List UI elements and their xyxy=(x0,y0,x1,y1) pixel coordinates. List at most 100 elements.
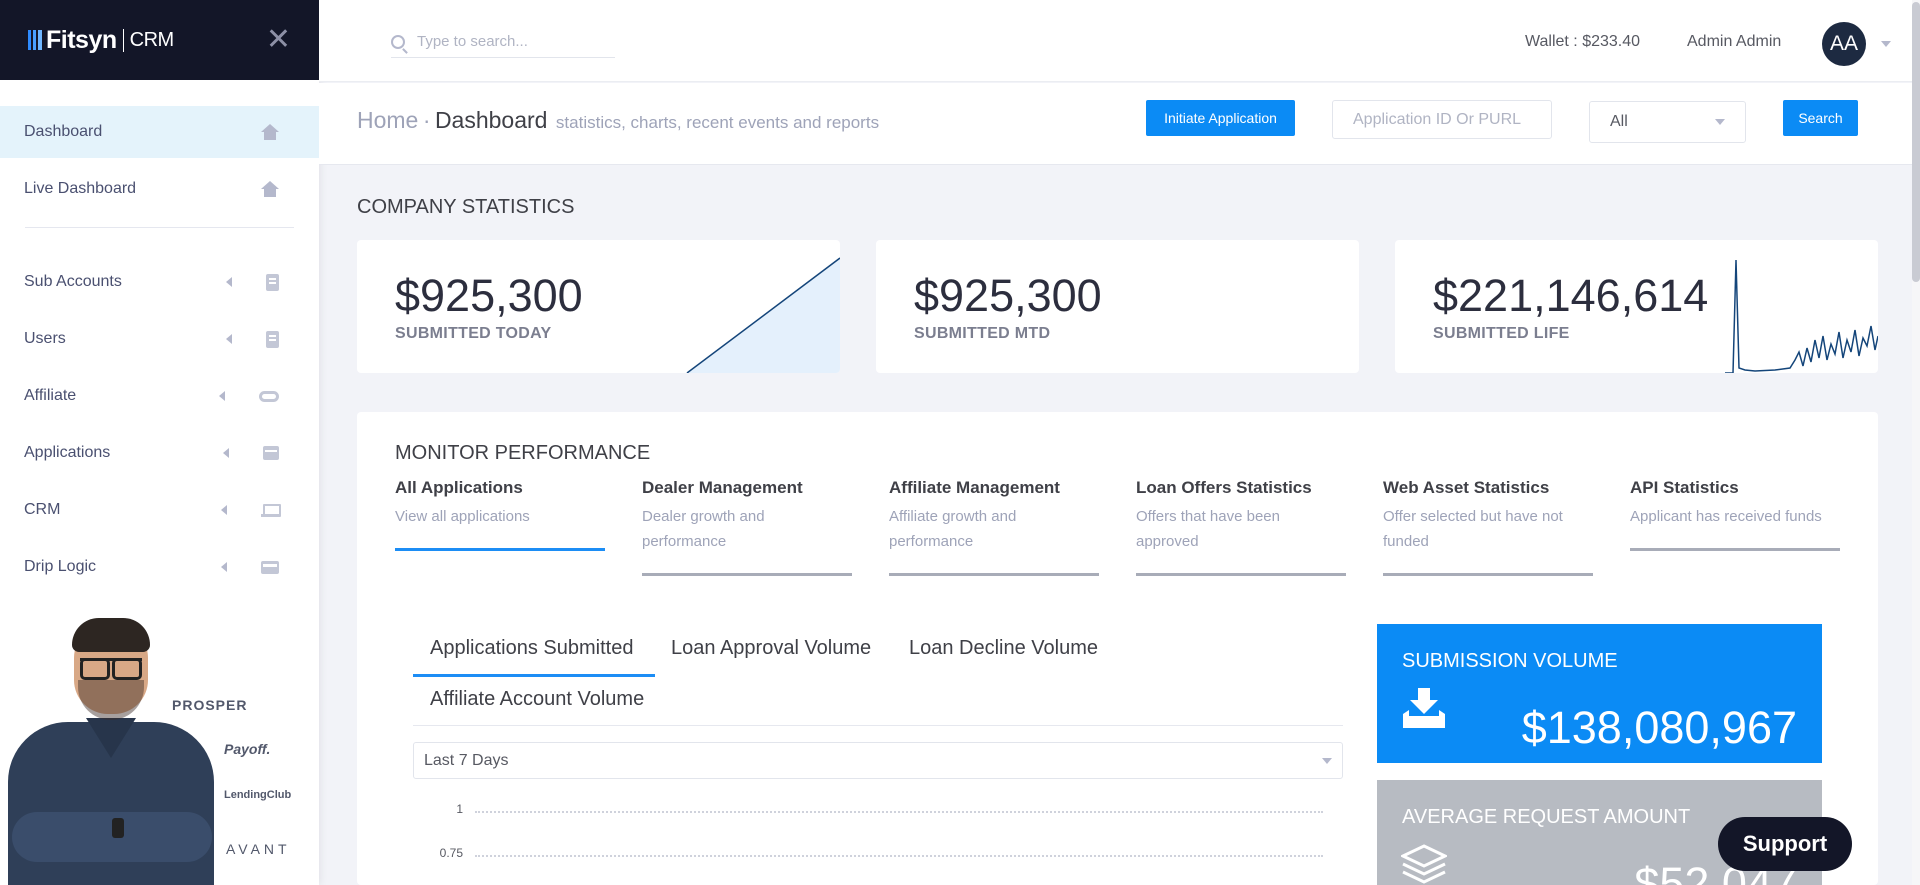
sidebar-item-label: CRM xyxy=(24,501,61,518)
breadcrumb: Home · Dashboard statistics, charts, rec… xyxy=(357,107,879,134)
chevron-left-icon xyxy=(221,505,227,515)
sidebar-item-applications[interactable]: Applications xyxy=(0,427,319,479)
breadcrumb-separator: · xyxy=(422,107,431,133)
sidebar-item-affiliate[interactable]: Affiliate xyxy=(0,370,319,422)
sidebar-item-live-dashboard[interactable]: Live Dashboard xyxy=(0,163,319,215)
sidebar-item-label: Applications xyxy=(24,444,111,461)
layers-icon xyxy=(1401,844,1447,884)
tab-indicator xyxy=(642,573,852,576)
chart-tabs-divider xyxy=(413,725,1343,726)
close-icon[interactable]: ✕ xyxy=(266,25,291,55)
avatar[interactable]: AA xyxy=(1822,22,1866,66)
y-axis-tick: 1 xyxy=(456,802,463,816)
brand-header: Fitsyn CRM ✕ xyxy=(0,0,319,80)
sidebar-item-users[interactable]: Users xyxy=(0,313,319,365)
partner-logo-lendingclub: LendingClub xyxy=(224,789,292,801)
brand-name: Fitsyn xyxy=(46,25,117,54)
chart-tab-indicator xyxy=(413,674,655,677)
tab-indicator xyxy=(395,548,605,551)
promo-banner: PROSPER Payoff. LendingClub AVANT xyxy=(0,612,319,885)
partner-logo-payoff: Payoff. xyxy=(224,741,271,757)
home-icon xyxy=(261,181,279,197)
chart-tab-applications-submitted[interactable]: Applications Submitted xyxy=(430,637,633,660)
search-button[interactable]: Search xyxy=(1783,100,1858,136)
page-subheader: Home · Dashboard statistics, charts, rec… xyxy=(319,83,1920,165)
sidebar-item-label: Drip Logic xyxy=(24,558,97,575)
date-range-select[interactable]: Last 7 Days xyxy=(413,742,1343,779)
sidebar-item-drip-logic[interactable]: Drip Logic xyxy=(0,541,319,593)
submission-volume-value: $138,080,967 xyxy=(1521,702,1797,753)
card-icon xyxy=(263,446,279,460)
monitor-performance-title: MONITOR PERFORMANCE xyxy=(395,442,651,464)
search-input[interactable] xyxy=(417,33,597,50)
stat-value: $925,300 xyxy=(395,270,583,321)
chart-tab-affiliate-account-volume[interactable]: Affiliate Account Volume xyxy=(430,688,644,711)
tab-description: Offers that have been approved xyxy=(1136,508,1280,550)
tab-web-asset-statistics[interactable]: Web Asset Statistics Offer selected but … xyxy=(1383,478,1593,576)
breadcrumb-home[interactable]: Home xyxy=(357,107,418,133)
company-statistics-title: COMPANY STATISTICS xyxy=(357,196,575,218)
chart-gridline xyxy=(475,811,1323,813)
stat-value: $925,300 xyxy=(914,270,1102,321)
average-request-title: AVERAGE REQUEST AMOUNT xyxy=(1402,806,1691,828)
page-title: Dashboard xyxy=(434,107,548,133)
user-name[interactable]: Admin Admin xyxy=(1687,33,1781,51)
chart-gridline xyxy=(475,855,1323,857)
tab-api-statistics[interactable]: API Statistics Applicant has received fu… xyxy=(1630,478,1840,551)
sidebar-nav: Dashboard Live Dashboard Sub Accounts Us… xyxy=(0,80,319,593)
stat-card-submitted-mtd: $925,300 SUBMITTED MTD xyxy=(876,240,1359,373)
page-scrollbar[interactable] xyxy=(1912,0,1920,885)
sidebar-item-crm[interactable]: CRM xyxy=(0,484,319,536)
document-icon xyxy=(266,273,279,291)
chevron-down-icon xyxy=(1322,757,1332,764)
chevron-left-icon xyxy=(221,562,227,572)
tab-affiliate-management[interactable]: Affiliate Management Affiliate growth an… xyxy=(889,478,1099,576)
sidebar-item-label: Dashboard xyxy=(24,123,103,140)
sidebar: Fitsyn CRM ✕ Dashboard Live Dashboard Su… xyxy=(0,0,319,885)
document-icon xyxy=(266,330,279,348)
tab-indicator xyxy=(889,573,1099,576)
sidebar-item-label: Sub Accounts xyxy=(24,273,122,290)
person-illustration xyxy=(8,618,218,885)
application-id-input[interactable]: Application ID Or PURL xyxy=(1332,100,1552,139)
tab-dealer-management[interactable]: Dealer Management Dealer growth and perf… xyxy=(642,478,852,576)
wallet-balance: Wallet : $233.40 xyxy=(1525,33,1641,50)
submission-volume-card: SUBMISSION VOLUME $138,080,967 xyxy=(1377,624,1822,763)
sidebar-item-dashboard[interactable]: Dashboard xyxy=(0,106,319,158)
stat-card-submitted-life: $221,146,614 SUBMITTED LIFE xyxy=(1395,240,1878,373)
chevron-left-icon xyxy=(226,334,232,344)
scrollbar-thumb[interactable] xyxy=(1912,2,1920,282)
partner-logo-prosper: PROSPER xyxy=(172,697,248,713)
tab-indicator xyxy=(1383,573,1593,576)
handshake-icon xyxy=(259,390,279,402)
chart-tab-loan-decline-volume[interactable]: Loan Decline Volume xyxy=(909,637,1098,660)
brand-logo[interactable]: Fitsyn CRM xyxy=(28,26,174,55)
tab-description: Offer selected but have not funded xyxy=(1383,508,1563,550)
tab-description: Applicant has received funds xyxy=(1630,508,1822,525)
download-icon xyxy=(1403,688,1445,728)
tab-title: Web Asset Statistics xyxy=(1383,478,1550,497)
support-button[interactable]: Support xyxy=(1718,817,1852,871)
monitor-performance-panel: MONITOR PERFORMANCE All Applications Vie… xyxy=(357,412,1878,885)
submission-volume-title: SUBMISSION VOLUME xyxy=(1402,650,1618,672)
chart-tab-loan-approval-volume[interactable]: Loan Approval Volume xyxy=(671,637,871,660)
sidebar-item-sub-accounts[interactable]: Sub Accounts xyxy=(0,256,319,308)
tab-loan-offers-statistics[interactable]: Loan Offers Statistics Offers that have … xyxy=(1136,478,1346,576)
home-icon xyxy=(261,124,279,140)
logo-mark-icon xyxy=(28,30,42,50)
tab-title: Dealer Management xyxy=(642,478,803,497)
stat-card-submitted-today: $925,300 SUBMITTED TODAY xyxy=(357,240,840,373)
filter-select-value: All xyxy=(1610,113,1628,130)
chevron-down-icon[interactable] xyxy=(1881,41,1891,47)
sidebar-item-label: Affiliate xyxy=(24,387,77,404)
tab-title: Affiliate Management xyxy=(889,478,1060,497)
tab-title: All Applications xyxy=(395,478,523,497)
global-search xyxy=(391,26,615,58)
filter-select[interactable]: All xyxy=(1589,101,1746,143)
tab-indicator xyxy=(1630,548,1840,551)
tab-title: Loan Offers Statistics xyxy=(1136,478,1312,497)
y-axis-tick: 0.75 xyxy=(439,846,463,860)
tab-all-applications[interactable]: All Applications View all applications xyxy=(395,478,605,551)
stat-value: $221,146,614 xyxy=(1433,270,1709,321)
initiate-application-button[interactable]: Initiate Application xyxy=(1146,100,1295,136)
